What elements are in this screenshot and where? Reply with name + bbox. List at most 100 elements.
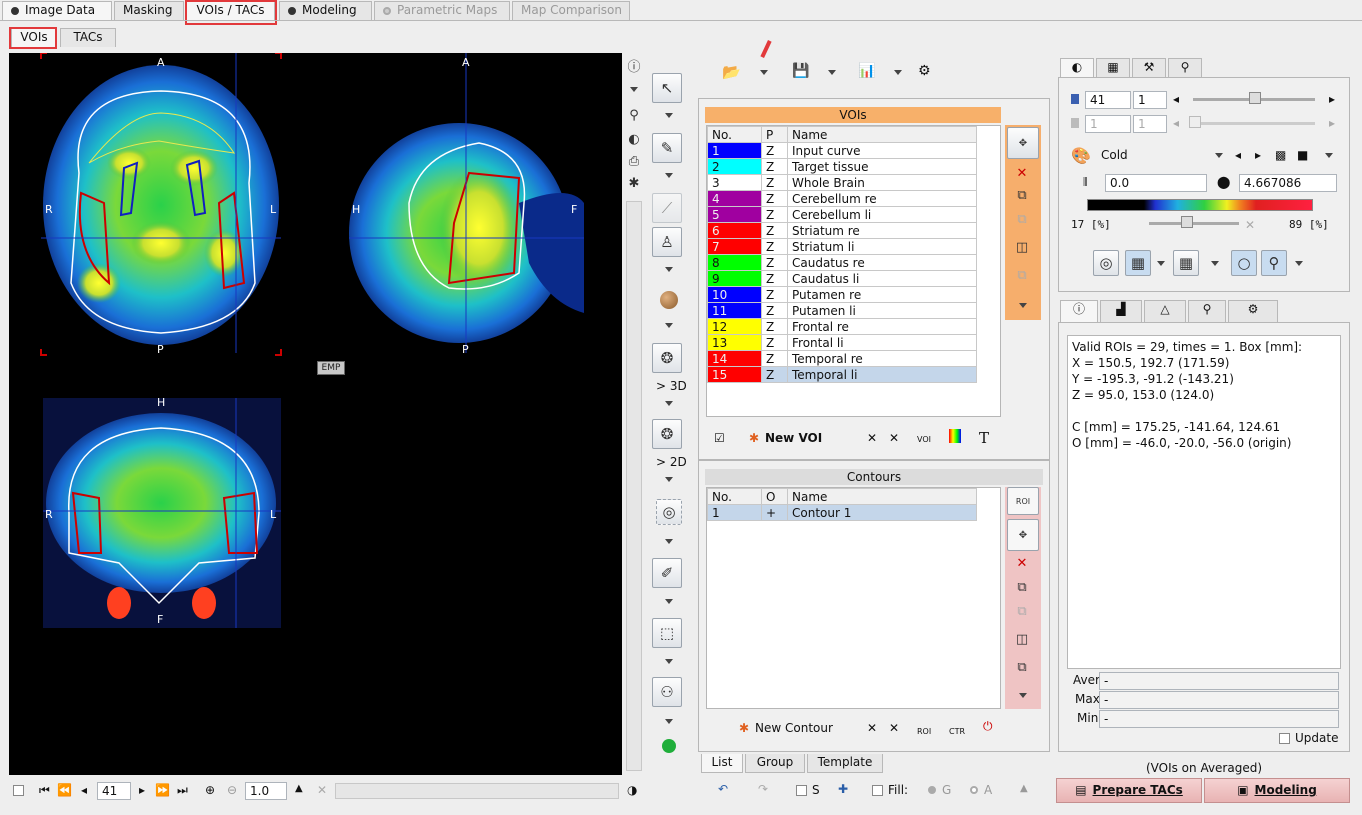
brush-button[interactable]: ⟋	[652, 193, 682, 223]
table-row[interactable]: 14 Z Temporal re	[707, 350, 977, 367]
prev-icon[interactable]: ◂	[81, 783, 87, 797]
chevron-down-icon[interactable]	[665, 267, 673, 272]
tab-tool[interactable]: ⚒	[1132, 58, 1166, 77]
mask-tool-button[interactable]: ⚇	[652, 677, 682, 707]
tab-vois[interactable]: VOIs	[11, 28, 57, 47]
table-row[interactable]: 5 Z Cerebellum li	[707, 206, 977, 223]
tool-icon[interactable]: ⚙	[918, 63, 931, 79]
scrollbar-track[interactable]	[626, 201, 642, 771]
close-icon[interactable]: ✕	[1245, 218, 1255, 232]
checker-icon[interactable]: ▩	[1275, 148, 1286, 162]
chevron-down-icon[interactable]	[1019, 303, 1027, 308]
delete-icon[interactable]: ✕	[1008, 163, 1036, 185]
table-row[interactable]: 4 Z Cerebellum re	[707, 190, 977, 207]
threshold-slider[interactable]	[1149, 222, 1239, 225]
chevron-down-icon[interactable]	[665, 323, 673, 328]
chevron-down-icon[interactable]	[665, 599, 673, 604]
undo-icon[interactable]: ↶	[718, 782, 728, 796]
close-icon[interactable]: ✕	[317, 783, 327, 797]
tab-grid[interactable]: ▦	[1096, 58, 1130, 77]
table-row[interactable]: 13 Z Frontal li	[707, 334, 977, 351]
frame-field-2[interactable]: 1	[1133, 91, 1167, 109]
min-field[interactable]: 0.0	[1105, 174, 1207, 192]
table-row[interactable]: 9 Z Caudatus li	[707, 270, 977, 287]
tab-image-data[interactable]: Image Data	[2, 1, 112, 20]
col-o[interactable]: O	[761, 488, 788, 505]
chevron-down-icon[interactable]	[665, 659, 673, 664]
frame-field-4[interactable]: 1	[1133, 115, 1167, 133]
sync-checkbox[interactable]	[13, 785, 24, 796]
delete-contour-icon[interactable]: ✕	[867, 721, 877, 735]
table-row[interactable]: 6 Z Striatum re	[707, 222, 977, 239]
chevron-down-icon[interactable]	[665, 113, 673, 118]
ctr-label-icon[interactable]: CTR	[949, 727, 965, 736]
zoom-field[interactable]: 1.0	[245, 782, 287, 800]
tab-parametric-maps[interactable]: Parametric Maps	[374, 1, 510, 20]
chevron-down-icon[interactable]	[1325, 153, 1333, 158]
col-p[interactable]: P	[761, 126, 788, 143]
paste-icon[interactable]: ⧉	[1008, 601, 1036, 623]
chevron-down-icon[interactable]	[894, 70, 902, 75]
duplicate-icon[interactable]: ⧉	[1008, 265, 1036, 287]
frame-slider-2[interactable]	[1193, 122, 1315, 125]
emp-badge[interactable]: EMP	[317, 361, 345, 375]
roi-label-icon[interactable]: ROI	[917, 727, 931, 736]
delete-all-icon[interactable]: ✕	[889, 431, 899, 445]
circle-button[interactable]: ○	[1231, 250, 1257, 276]
prev-icon[interactable]: ◂	[1173, 116, 1179, 130]
sphere-icon[interactable]	[660, 291, 678, 309]
vois-checkbox-icon[interactable]: ☑	[714, 431, 725, 445]
col-no[interactable]: No.	[707, 488, 762, 505]
box-tool-button[interactable]: ⬚	[652, 618, 682, 648]
add-contour-icon[interactable]: ⧉	[1008, 657, 1036, 679]
palette-icon[interactable]: 🎨	[1071, 146, 1091, 165]
frame-field[interactable]: 41	[1085, 91, 1131, 109]
new-voi-button[interactable]: New VOI	[765, 431, 822, 445]
image-viewer[interactable]: A P R L A P H F H F R L EMP	[9, 53, 622, 775]
move-roi-button[interactable]: ✥	[1007, 519, 1039, 551]
up-icon[interactable]: ▲	[295, 783, 303, 794]
tab-list[interactable]: List	[701, 754, 743, 773]
power-icon[interactable]: ⏻	[983, 719, 993, 734]
next-icon[interactable]: ▸	[1329, 116, 1335, 130]
lut-prev-icon[interactable]: ◂	[1235, 148, 1241, 162]
3d-tool-button[interactable]: ❂	[652, 343, 682, 373]
tab-map-comparison[interactable]: Map Comparison	[512, 1, 630, 20]
col-no[interactable]: No.	[707, 126, 762, 143]
prepare-tacs-button[interactable]: ▤ Prepare TACs	[1056, 778, 1202, 803]
sync-icon[interactable]: ◑	[627, 783, 637, 797]
grid-button[interactable]: ▦	[1173, 250, 1199, 276]
fusion-button[interactable]: ▦	[1125, 250, 1151, 276]
delete-voi-icon[interactable]: ✕	[867, 431, 877, 445]
pencil-button[interactable]: ✎	[652, 133, 682, 163]
pointer-button[interactable]: ↖	[652, 73, 682, 103]
fast-back-icon[interactable]: ⏪	[57, 783, 72, 797]
update-checkbox[interactable]	[1279, 733, 1290, 744]
tab-contrast[interactable]: ◐	[1060, 58, 1094, 77]
col-name[interactable]: Name	[787, 488, 977, 505]
layout-icon[interactable]: ⚲	[624, 105, 644, 127]
first-frame-icon[interactable]: ⏮	[39, 783, 50, 798]
contrast-icon[interactable]: ◐	[624, 129, 644, 151]
contour-display-button[interactable]: ⚲	[1261, 250, 1287, 276]
col-name[interactable]: Name	[787, 126, 977, 143]
paint-button[interactable]: ♙	[652, 227, 682, 257]
tab-profile[interactable]: △	[1144, 300, 1186, 322]
mirror-icon[interactable]: ◫	[1008, 629, 1036, 651]
table-row[interactable]: 2 Z Target tissue	[707, 158, 977, 175]
chart-icon[interactable]: 📊	[858, 63, 875, 79]
lut-label[interactable]: Cold	[1101, 148, 1128, 162]
color-palette-icon[interactable]	[949, 429, 961, 443]
tab-probe[interactable]: ⚲	[1168, 58, 1202, 77]
delete-all-icon[interactable]: ✕	[889, 721, 899, 735]
fast-forward-icon[interactable]: ⏩	[155, 783, 170, 797]
tab-masking[interactable]: Masking	[114, 1, 184, 20]
tab-template[interactable]: Template	[807, 754, 883, 773]
chevron-down-icon[interactable]	[630, 87, 638, 92]
chevron-down-icon[interactable]	[1211, 261, 1219, 266]
print-icon[interactable]: ⎙	[624, 151, 644, 173]
roi-button[interactable]: ROI	[1007, 487, 1039, 515]
table-row[interactable]: 15 Z Temporal li	[707, 366, 977, 383]
frame-field-3[interactable]: 1	[1085, 115, 1131, 133]
tab-tacs[interactable]: TACs	[60, 28, 116, 47]
